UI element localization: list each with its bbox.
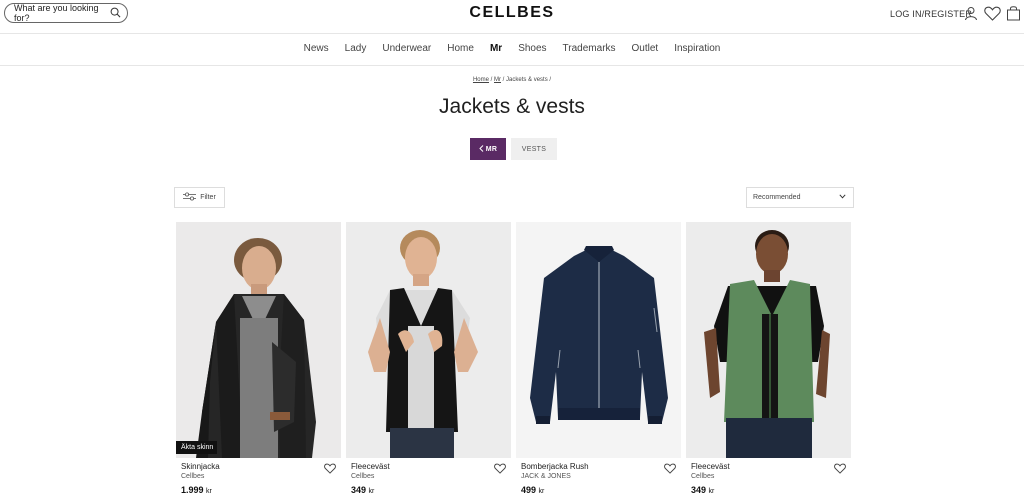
breadcrumb-mr[interactable]: Mr xyxy=(494,77,501,83)
filter-button[interactable]: Filter xyxy=(174,187,225,208)
chip-label: MR xyxy=(485,145,498,153)
nav-divider xyxy=(0,65,1024,66)
vests-chip[interactable]: VESTS xyxy=(511,138,557,160)
breadcrumb: Home / Mr / Jackets & vests / xyxy=(0,77,1024,83)
add-to-wishlist-heart-icon[interactable] xyxy=(834,461,846,479)
add-to-wishlist-heart-icon[interactable] xyxy=(494,461,506,479)
sort-selected-value: Recommended xyxy=(753,194,801,201)
price-currency: kr xyxy=(538,488,545,495)
nav-item-news[interactable]: News xyxy=(304,43,329,54)
breadcrumb-home[interactable]: Home xyxy=(473,77,489,83)
product-info: Fleeceväst Cellbes 349 kr xyxy=(686,458,851,498)
product-info: Fleeceväst Cellbes 349 kr xyxy=(346,458,511,498)
product-card[interactable]: Bomberjacka Rush JACK & JONES 499 kr xyxy=(516,222,681,498)
price-currency: kr xyxy=(708,488,715,495)
top-bar: What are you looking for? CELLBES LOG IN… xyxy=(0,0,1024,34)
wishlist-heart-icon[interactable] xyxy=(984,6,1001,21)
product-image[interactable] xyxy=(516,222,681,458)
main-nav: News Lady Underwear Home Mr Shoes Tradem… xyxy=(0,43,1024,54)
product-price: 349 kr xyxy=(691,485,714,495)
product-card[interactable]: Fleeceväst Cellbes 349 kr xyxy=(346,222,511,498)
product-info: Bomberjacka Rush JACK & JONES 499 kr xyxy=(516,458,681,498)
sort-select[interactable]: Recommended xyxy=(746,187,854,208)
price-value: 349 xyxy=(691,485,707,495)
product-price: 499 kr xyxy=(521,485,544,495)
back-to-mr-chip[interactable]: MR xyxy=(470,138,506,160)
product-image[interactable]: Äkta skinn xyxy=(176,222,341,458)
price-value: 349 xyxy=(351,485,367,495)
user-icon[interactable] xyxy=(964,6,978,21)
nav-item-mr[interactable]: Mr xyxy=(490,43,502,54)
chevron-down-icon xyxy=(839,194,846,201)
site-logo[interactable]: CELLBES xyxy=(0,4,1024,22)
nav-item-trademarks[interactable]: Trademarks xyxy=(563,43,616,54)
sliders-icon xyxy=(183,192,197,203)
product-info: Skinnjacka Cellbes 1.999 kr xyxy=(176,458,341,498)
product-card[interactable]: Fleeceväst Cellbes 349 kr xyxy=(686,222,851,498)
chip-label: VESTS xyxy=(521,145,547,153)
product-brand: Cellbes xyxy=(181,473,205,480)
price-currency: kr xyxy=(368,488,375,495)
product-brand: Cellbes xyxy=(691,473,715,480)
login-register-link[interactable]: LOG IN/REGISTER xyxy=(890,9,972,19)
breadcrumb-current: Jackets & vests / xyxy=(506,77,552,83)
nav-item-inspiration[interactable]: Inspiration xyxy=(674,43,720,54)
product-name[interactable]: Skinnjacka xyxy=(181,462,220,471)
product-image[interactable] xyxy=(346,222,511,458)
product-brand: Cellbes xyxy=(351,473,375,480)
nav-item-lady[interactable]: Lady xyxy=(345,43,367,54)
product-badge: Äkta skinn xyxy=(176,441,218,454)
page-title: Jackets & vests xyxy=(439,95,585,118)
nav-item-outlet[interactable]: Outlet xyxy=(632,43,659,54)
product-name[interactable]: Fleeceväst xyxy=(691,462,730,471)
product-card[interactable]: Äkta skinn Skinnjacka Cellbes 1.999 kr xyxy=(176,222,341,498)
product-price: 349 kr xyxy=(351,485,374,495)
product-image[interactable] xyxy=(686,222,851,458)
chevron-left-icon xyxy=(479,144,484,154)
nav-item-shoes[interactable]: Shoes xyxy=(518,43,546,54)
price-value: 499 xyxy=(521,485,537,495)
price-value: 1.999 xyxy=(181,485,204,495)
nav-item-home[interactable]: Home xyxy=(447,43,474,54)
add-to-wishlist-heart-icon[interactable] xyxy=(664,461,676,479)
product-brand: JACK & JONES xyxy=(521,473,571,480)
add-to-wishlist-heart-icon[interactable] xyxy=(324,461,336,479)
header-divider xyxy=(0,33,1024,34)
product-name[interactable]: Bomberjacka Rush xyxy=(521,462,589,471)
product-price: 1.999 kr xyxy=(181,485,212,495)
product-name[interactable]: Fleeceväst xyxy=(351,462,390,471)
shopping-bag-icon[interactable] xyxy=(1006,5,1021,21)
price-currency: kr xyxy=(206,488,212,495)
filter-label: Filter xyxy=(200,194,216,201)
nav-item-underwear[interactable]: Underwear xyxy=(382,43,431,54)
